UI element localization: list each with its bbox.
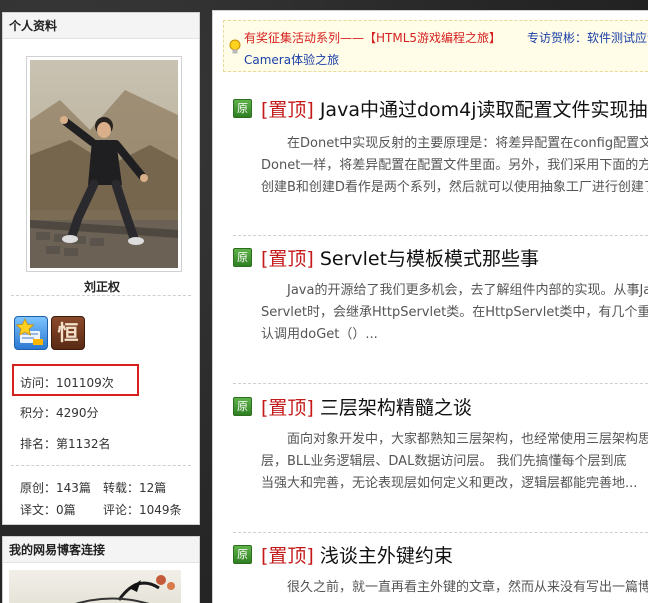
lightbulb-icon bbox=[229, 39, 241, 54]
persistence-medal-icon[interactable]: 恒 bbox=[51, 316, 85, 350]
article-summary: Java的开源给了我们更多机会，去了解组件内部的实现。从事Ja Servlet时… bbox=[261, 280, 648, 346]
summary-line: Donet一样，将差异配置在配置文件里面。另外，我们采用下面的方 bbox=[261, 158, 648, 173]
original-badge: 原 bbox=[233, 248, 252, 267]
notice-bar: 有奖征集活动系列——【HTML5游戏编程之旅】 专访贺彬：软件测试应该 Camer… bbox=[223, 20, 648, 72]
notice-event-link[interactable]: 【HTML5游戏编程之旅】 bbox=[364, 31, 501, 45]
original-count: 原创：143篇 bbox=[20, 481, 91, 495]
points-count: 积分：4290分 bbox=[20, 406, 99, 420]
star-icon bbox=[15, 318, 43, 345]
summary-line: 创建B和创建D看作是两个系列，然后就可以使用抽象工厂进行创建了 bbox=[261, 180, 648, 195]
article-summary: 在Donet中实现反射的主要原理是：将差异配置在config配置文件 Donet… bbox=[261, 133, 648, 199]
summary-line: Servlet时，会继承HttpServlet类。在HttpServlet类中，… bbox=[261, 305, 648, 320]
rank-value: 排名：第1132名 bbox=[20, 437, 111, 451]
pinned-label: [置顶] bbox=[261, 248, 314, 270]
divider bbox=[233, 532, 648, 533]
article-title-text: 浅谈主外键约束 bbox=[319, 545, 453, 567]
summary-line: Java的开源给了我们更多机会，去了解组件内部的实现。从事Ja bbox=[287, 283, 648, 298]
notice-interview-link[interactable]: 专访贺彬：软件测试应该 bbox=[527, 31, 648, 45]
divider bbox=[233, 383, 648, 384]
article-summary: 面向对象开发中，大家都熟知三层架构，也经常使用三层架构思 层，BLL业务逻辑层、… bbox=[261, 429, 648, 495]
translated-count: 译文：0篇 bbox=[20, 503, 76, 517]
article-list: 有奖征集活动系列——【HTML5游戏编程之旅】 专访贺彬：软件测试应该 Camer… bbox=[212, 10, 648, 603]
article-title-link[interactable]: [置顶] Servlet与模板模式那些事 bbox=[261, 244, 539, 271]
links-heading: 我的网易博客连接 bbox=[3, 537, 199, 563]
divider bbox=[233, 235, 648, 236]
reposted-count: 转载：12篇 bbox=[103, 481, 167, 495]
blog-link-banner[interactable] bbox=[9, 570, 181, 603]
notice-prefix-link[interactable]: 有奖征集活动系列—— bbox=[244, 31, 364, 45]
avatar[interactable] bbox=[26, 56, 182, 272]
article-title-text: Servlet与模板模式那些事 bbox=[319, 248, 540, 270]
article-title-link[interactable]: [置顶] 三层架构精髓之谈 bbox=[261, 393, 472, 420]
profile-panel: 个人资料 刘正权 恒 访问：101109次 积分：4290分 排名：第1132名… bbox=[2, 12, 200, 525]
visit-count: 访问：101109次 bbox=[20, 376, 114, 390]
original-badge: 原 bbox=[233, 99, 252, 118]
user-name[interactable]: 刘正权 bbox=[3, 278, 201, 295]
pinned-label: [置顶] bbox=[261, 99, 314, 121]
avatar-photo-icon bbox=[30, 60, 178, 268]
original-badge: 原 bbox=[233, 545, 252, 564]
summary-line: 面向对象开发中，大家都熟知三层架构，也经常使用三层架构思 bbox=[287, 432, 648, 447]
article-summary: 很久之前，就一直再看主外键的文章，然而从来没有写出一篇博 bbox=[261, 577, 648, 599]
notice-camera-link[interactable]: Camera体验之旅 bbox=[244, 51, 339, 68]
summary-line: 在Donet中实现反射的主要原理是：将差异配置在config配置文件 bbox=[287, 136, 648, 151]
summary-line: 认调用doGet（）... bbox=[261, 327, 378, 342]
article-title-link[interactable]: [置顶] 浅谈主外键约束 bbox=[261, 541, 453, 568]
original-badge: 原 bbox=[233, 397, 252, 416]
article-title-link[interactable]: [置顶] Java中通过dom4j读取配置文件实现抽 bbox=[261, 95, 648, 122]
notice-line-1: 有奖征集活动系列——【HTML5游戏编程之旅】 专访贺彬：软件测试应该 bbox=[244, 29, 648, 46]
summary-line: 层，BLL业务逻辑层、DAL数据访问层。 我们先搞懂每个层到底 bbox=[261, 454, 627, 469]
profile-heading: 个人资料 bbox=[3, 13, 199, 39]
comments-count: 评论：1049条 bbox=[103, 503, 182, 517]
divider bbox=[11, 465, 191, 466]
divider bbox=[11, 295, 191, 296]
summary-line: 很久之前，就一直再看主外键的文章，然而从来没有写出一篇博 bbox=[287, 580, 648, 595]
pinned-label: [置顶] bbox=[261, 545, 314, 567]
ink-painting-icon bbox=[75, 575, 175, 603]
blog-links-panel: 我的网易博客连接 bbox=[2, 536, 200, 603]
article-stats: 原创：143篇 转载：12篇 译文：0篇 评论：1049条 bbox=[20, 479, 186, 523]
article-title-text: 三层架构精髓之谈 bbox=[319, 397, 472, 419]
article-title-text: Java中通过dom4j读取配置文件实现抽 bbox=[319, 99, 648, 121]
summary-line: 当强大和完善，无论表现层如何定义和更改，逻辑层都能完善地... bbox=[261, 476, 638, 491]
pinned-label: [置顶] bbox=[261, 397, 314, 419]
expert-star-icon[interactable] bbox=[14, 316, 48, 350]
